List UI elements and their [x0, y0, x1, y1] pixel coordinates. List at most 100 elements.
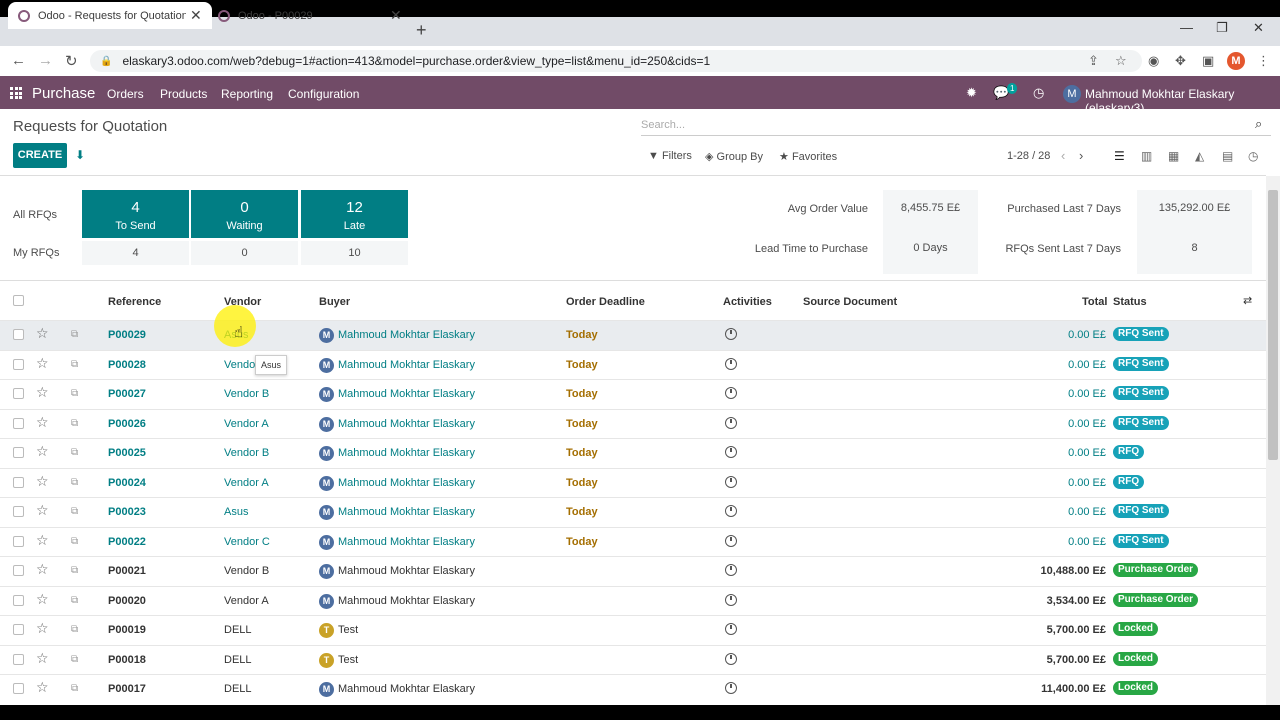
- row-vendor[interactable]: Vendor A: [224, 595, 269, 607]
- row-vendor[interactable]: Asus: [224, 506, 248, 518]
- priority-star-icon[interactable]: ☆: [36, 414, 49, 431]
- col-source-document[interactable]: Source Document: [803, 296, 897, 308]
- duplicate-icon[interactable]: ⧉: [71, 624, 78, 635]
- duplicate-icon[interactable]: ⧉: [71, 506, 78, 517]
- col-reference[interactable]: Reference: [108, 296, 161, 308]
- row-vendor[interactable]: Vendor A: [224, 418, 269, 430]
- row-buyer[interactable]: Mahmoud Mokhtar Elaskary: [338, 418, 475, 430]
- priority-star-icon[interactable]: ☆: [36, 561, 49, 578]
- calendar-view-icon[interactable]: ▤: [1222, 149, 1233, 163]
- activity-clock-icon[interactable]: [725, 416, 737, 429]
- activity-clock-icon[interactable]: [725, 652, 737, 665]
- row-buyer[interactable]: Mahmoud Mokhtar Elaskary: [338, 447, 475, 459]
- select-all-checkbox[interactable]: [13, 295, 24, 306]
- menu-reporting[interactable]: Reporting: [221, 87, 273, 101]
- duplicate-icon[interactable]: ⧉: [71, 654, 78, 665]
- row-buyer[interactable]: Mahmoud Mokhtar Elaskary: [338, 565, 475, 577]
- row-checkbox[interactable]: [13, 329, 24, 340]
- debug-bug-icon[interactable]: ✹: [966, 85, 977, 101]
- activity-clock-icon[interactable]: [725, 387, 737, 399]
- user-avatar[interactable]: M: [1063, 85, 1081, 103]
- row-reference[interactable]: P00021: [108, 565, 146, 577]
- search-input[interactable]: Search...: [641, 116, 1271, 136]
- activity-clock-icon[interactable]: [725, 475, 737, 488]
- table-row[interactable]: ☆⧉P00029AsusMMahmoud Mokhtar ElaskaryTod…: [0, 320, 1266, 350]
- share-icon[interactable]: ⇪: [1088, 53, 1099, 69]
- filters-button[interactable]: ▼ Filters: [648, 150, 692, 162]
- activity-view-icon[interactable]: ◷: [1248, 149, 1258, 163]
- activity-clock-icon[interactable]: [725, 564, 737, 576]
- optional-columns-icon[interactable]: ⇄: [1243, 294, 1252, 307]
- download-icon[interactable]: ⬇: [75, 148, 85, 162]
- row-reference[interactable]: P00029: [108, 329, 146, 341]
- row-checkbox[interactable]: [13, 535, 24, 547]
- close-icon[interactable]: ✕: [390, 7, 402, 24]
- group-by-button[interactable]: ◈ Group By: [705, 150, 763, 163]
- row-checkbox[interactable]: [13, 417, 24, 429]
- row-vendor[interactable]: Vendor B: [224, 447, 269, 459]
- my-waiting[interactable]: 0: [191, 241, 298, 265]
- reload-icon[interactable]: ↻: [65, 52, 78, 70]
- row-reference[interactable]: P00022: [108, 536, 146, 548]
- table-row[interactable]: ☆ ⧉ P00028 Vendor M Mahmoud Mokhtar Elaskary T…: [0, 349, 1266, 380]
- row-buyer[interactable]: Test: [338, 624, 358, 636]
- priority-star-icon[interactable]: ☆: [36, 591, 49, 608]
- my-late[interactable]: 10: [301, 241, 408, 265]
- my-to-send[interactable]: 4: [82, 241, 189, 265]
- puzzle-icon[interactable]: ✥: [1175, 53, 1186, 69]
- table-row[interactable]: ☆ ⧉ P00022 Vendor C M Mahmoud Mokhtar Elaskar…: [0, 526, 1266, 557]
- row-buyer[interactable]: Mahmoud Mokhtar Elaskary: [338, 536, 475, 548]
- row-checkbox[interactable]: [13, 624, 24, 635]
- activity-clock-icon[interactable]: [725, 505, 737, 517]
- duplicate-icon[interactable]: ⧉: [71, 477, 78, 488]
- priority-star-icon[interactable]: ☆: [36, 325, 49, 342]
- duplicate-icon[interactable]: ⧉: [71, 595, 78, 606]
- row-buyer[interactable]: Mahmoud Mokhtar Elaskary: [338, 506, 475, 518]
- col-order-deadline[interactable]: Order Deadline: [566, 296, 645, 308]
- row-reference[interactable]: P00025: [108, 447, 146, 459]
- url-bar[interactable]: 🔒 elaskary3.odoo.com/web?debug=1#action=…: [90, 50, 1142, 72]
- priority-star-icon[interactable]: ☆: [36, 650, 49, 667]
- kebab-menu-icon[interactable]: ⋮: [1257, 53, 1270, 69]
- row-reference[interactable]: P00027: [108, 388, 146, 400]
- row-checkbox[interactable]: [13, 683, 24, 694]
- browser-tab-p00029[interactable]: Odoo - P00029 ✕: [208, 2, 412, 29]
- row-buyer[interactable]: Mahmoud Mokhtar Elaskary: [338, 477, 475, 489]
- duplicate-icon[interactable]: ⧉: [71, 536, 78, 547]
- duplicate-icon[interactable]: ⧉: [71, 329, 78, 340]
- minimize-icon[interactable]: —: [1180, 20, 1193, 35]
- priority-star-icon[interactable]: ☆: [36, 355, 49, 372]
- row-vendor[interactable]: Vendor B: [224, 388, 269, 400]
- table-row[interactable]: ☆ ⧉ P00027 Vendor B M Mahmoud Mokhtar Elaskar…: [0, 379, 1266, 409]
- duplicate-icon[interactable]: ⧉: [71, 565, 78, 576]
- new-tab-icon[interactable]: +: [416, 20, 427, 41]
- row-reference[interactable]: P00024: [108, 477, 146, 489]
- activity-clock-icon[interactable]: ◷: [1033, 85, 1044, 101]
- duplicate-icon[interactable]: ⧉: [71, 683, 78, 694]
- card-late[interactable]: 12 Late: [301, 190, 408, 238]
- row-buyer[interactable]: Test: [338, 654, 358, 666]
- sidepanel-icon[interactable]: ▣: [1202, 53, 1214, 69]
- row-buyer[interactable]: Mahmoud Mokhtar Elaskary: [338, 359, 475, 371]
- browser-tab-rfq[interactable]: Odoo - Requests for Quotation ✕: [8, 2, 212, 29]
- activity-clock-icon[interactable]: [725, 446, 737, 458]
- row-checkbox[interactable]: [13, 447, 24, 458]
- col-activities[interactable]: Activities: [723, 296, 772, 308]
- row-reference[interactable]: P00020: [108, 595, 146, 607]
- pivot-view-icon[interactable]: ▦: [1168, 149, 1179, 163]
- row-buyer[interactable]: Mahmoud Mokhtar Elaskary: [338, 329, 475, 341]
- favorites-button[interactable]: ★ Favorites: [779, 150, 837, 163]
- row-vendor[interactable]: Vendor A: [224, 477, 269, 489]
- priority-star-icon[interactable]: ☆: [36, 443, 49, 460]
- activity-clock-icon[interactable]: [725, 534, 737, 547]
- menu-configuration[interactable]: Configuration: [288, 87, 359, 101]
- row-reference[interactable]: P00019: [108, 624, 146, 636]
- duplicate-icon[interactable]: ⧉: [71, 447, 78, 458]
- row-checkbox[interactable]: [13, 506, 24, 517]
- row-reference[interactable]: P00017: [108, 683, 146, 695]
- row-reference[interactable]: P00028: [108, 359, 146, 371]
- kanban-view-icon[interactable]: ▥: [1141, 149, 1152, 163]
- maximize-icon[interactable]: ❐: [1216, 20, 1228, 36]
- duplicate-icon[interactable]: ⧉: [71, 359, 78, 370]
- priority-star-icon[interactable]: ☆: [36, 384, 49, 401]
